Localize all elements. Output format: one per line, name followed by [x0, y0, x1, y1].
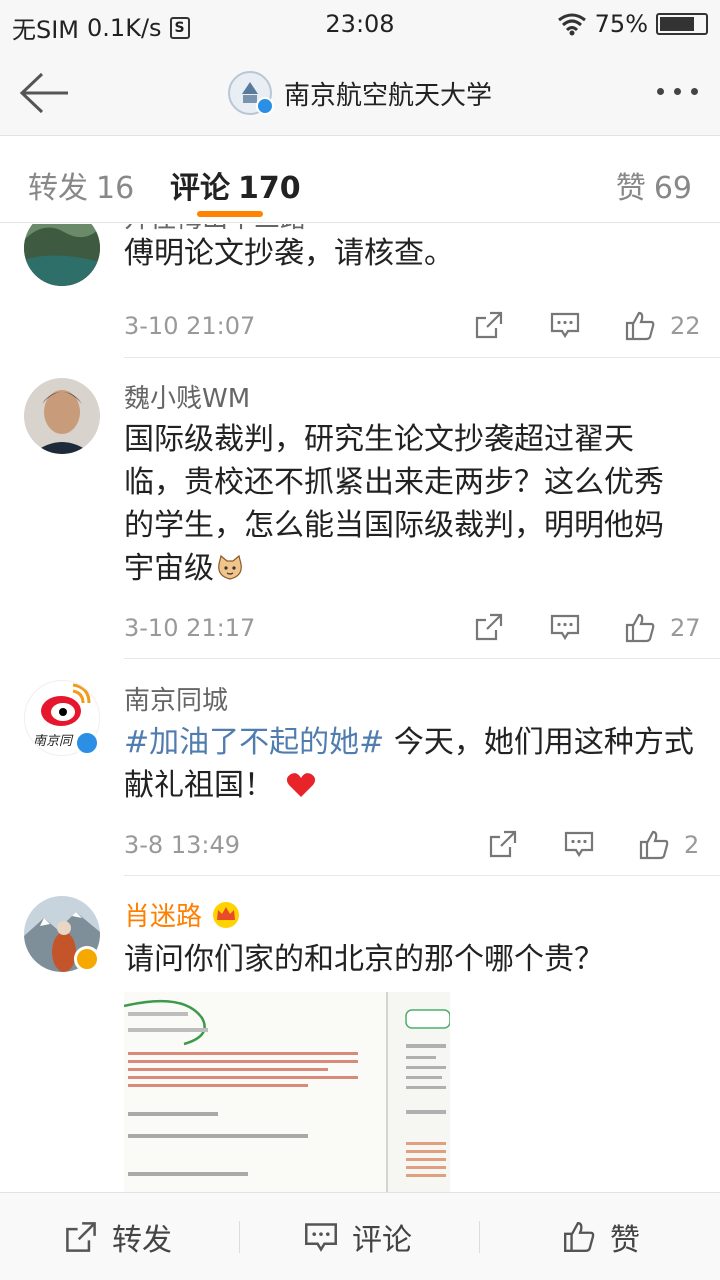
page-title: 南京航空航天大学 [284, 80, 493, 111]
commenter-name[interactable]: 魏小贱WM [124, 378, 250, 415]
share-icon [66, 1222, 96, 1252]
share-icon[interactable] [488, 829, 518, 859]
comment-text: 国际级裁判，研究生论文抄袭超过翟天临，贵校还不抓紧出来走两步？这么优秀的学生，怎… [124, 422, 664, 586]
active-tab-indicator [197, 211, 263, 217]
comment-button[interactable]: 评论 [304, 1213, 412, 1261]
reply-icon[interactable] [550, 310, 580, 340]
account-header[interactable]: 南京航空航天大学 [228, 68, 492, 118]
comment-text: #加油了不起的她# 今天，她们用这种方式献礼祖国！ [124, 725, 694, 803]
back-arrow-icon[interactable] [18, 70, 70, 116]
comment-actions: 3-10 21:07 22 [124, 308, 701, 348]
share-icon[interactable] [474, 612, 504, 642]
university-logo [228, 71, 274, 115]
avatar[interactable] [24, 378, 100, 454]
topic-link[interactable]: #加油了不起的她# [124, 725, 384, 760]
like-button[interactable]: 赞 [562, 1213, 640, 1261]
divider [239, 1221, 240, 1253]
tab-bar: 转发 16 评论 170 赞 69 [0, 137, 720, 223]
comment-list[interactable]: 开往梅山十三路 傅明论文抄袭，请核查。 3-10 21:07 22 魏小贱WM … [0, 224, 720, 1192]
commenter-name[interactable]: 肖迷路 [124, 896, 242, 933]
attached-image[interactable] [124, 992, 450, 1192]
more-icon[interactable] [657, 88, 698, 95]
verified-icon [256, 97, 274, 115]
divider [124, 357, 720, 358]
clock: 23:08 [325, 10, 395, 38]
divider [124, 875, 720, 876]
like-count: 27 [670, 614, 701, 642]
tab-likes[interactable]: 赞 69 [616, 163, 692, 207]
verified-icon [74, 730, 100, 756]
tab-repost[interactable]: 转发 16 [28, 163, 134, 207]
tab-comments[interactable]: 评论 170 [170, 163, 301, 207]
like-icon [564, 1222, 595, 1252]
comment-text: 傅明论文抄袭，请核查。 [124, 236, 454, 271]
like-icon[interactable] [624, 612, 656, 644]
divider [124, 658, 720, 659]
status-bar: 无SIM 0.1K/s S 23:08 75% [0, 0, 720, 50]
bottom-action-bar: 转发 评论 赞 [0, 1192, 720, 1280]
battery-icon [656, 13, 708, 35]
comment-time: 3-10 21:17 [124, 614, 256, 642]
svg-text:南京同: 南京同 [33, 733, 74, 749]
comment-time: 3-10 21:07 [124, 312, 256, 340]
like-count: 2 [684, 831, 700, 859]
crown-icon [213, 902, 240, 928]
vip-badge-icon [74, 946, 100, 972]
battery-percent: 75% [594, 10, 648, 38]
like-icon[interactable] [638, 829, 670, 861]
cat-emoji-icon [218, 554, 242, 580]
repost-button[interactable]: 转发 [64, 1213, 172, 1261]
comment-time: 3-8 13:49 [124, 831, 240, 859]
comment-actions: 3-10 21:17 27 [124, 610, 701, 650]
share-icon[interactable] [474, 310, 504, 340]
like-icon[interactable] [624, 310, 656, 342]
heart-icon [286, 773, 316, 797]
wifi-icon [557, 13, 586, 36]
comment-actions: 3-8 13:49 2 [124, 827, 700, 867]
avatar[interactable] [24, 224, 100, 286]
reply-icon[interactable] [564, 829, 594, 859]
comment-icon [305, 1223, 337, 1252]
reply-icon[interactable] [550, 612, 580, 642]
divider [479, 1221, 480, 1253]
like-count: 22 [670, 312, 701, 340]
commenter-name[interactable]: 南京同城 [124, 680, 228, 717]
comment-text: 请问你们家的和北京的那个哪个贵？ [124, 942, 604, 977]
nav-bar: 南京航空航天大学 [0, 50, 720, 136]
